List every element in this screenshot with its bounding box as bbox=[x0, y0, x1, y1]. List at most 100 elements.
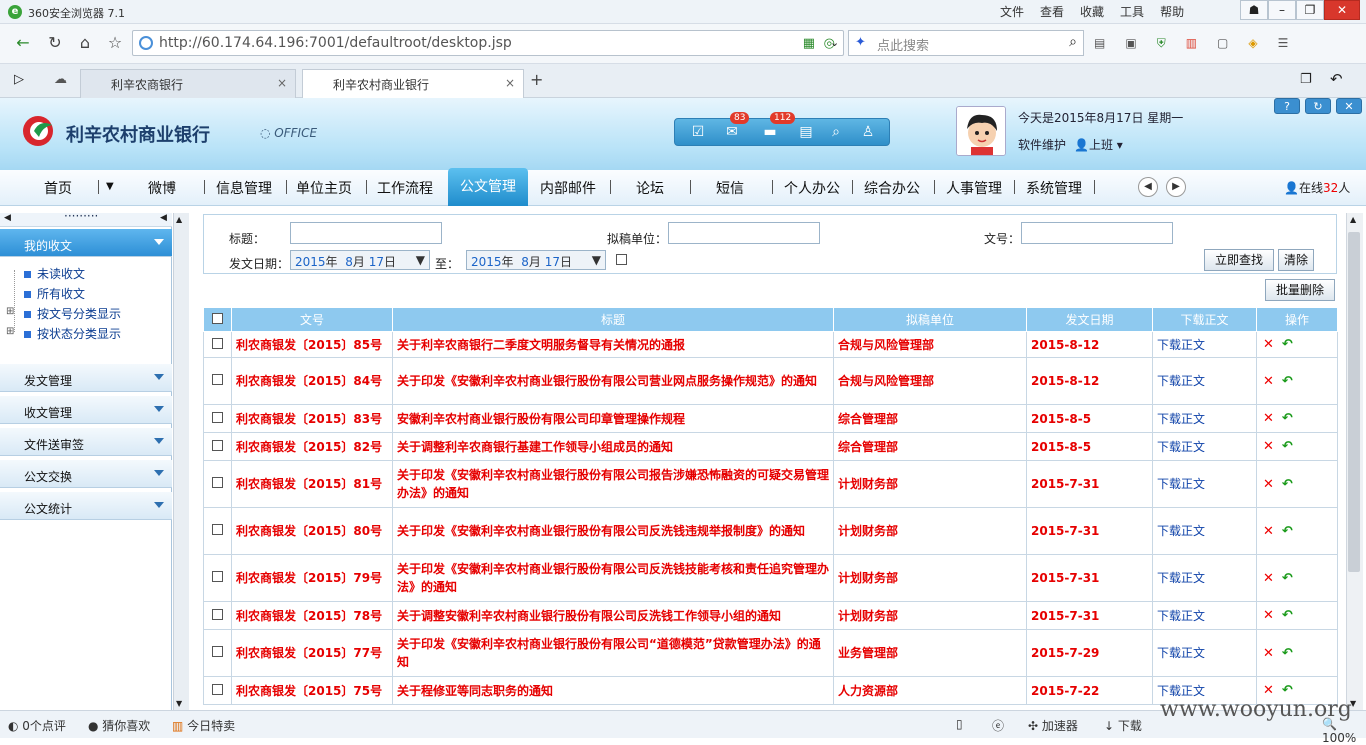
download-link[interactable]: 下载正文 bbox=[1152, 357, 1257, 405]
nav-forum[interactable]: 论坛 bbox=[636, 178, 664, 198]
close-window-button[interactable]: ✕ bbox=[1324, 0, 1360, 20]
row-select-cell[interactable] bbox=[203, 331, 232, 358]
new-tab-button[interactable]: + bbox=[530, 70, 543, 89]
row-checkbox[interactable] bbox=[212, 646, 223, 657]
title-cell[interactable]: 关于印发《安徽利辛农村商业银行股份有限公司反洗钱技能考核和责任追究管理办法》的通… bbox=[392, 554, 834, 602]
menu-icon[interactable]: ☰ bbox=[1278, 36, 1289, 51]
pdf-icon[interactable]: ▥ bbox=[1186, 36, 1197, 51]
nav-sms[interactable]: 短信 bbox=[716, 178, 744, 198]
download-link[interactable]: 下载正文 bbox=[1152, 629, 1257, 677]
date-to-picker[interactable]: 2015年 8月 17日 ▼ bbox=[466, 250, 606, 270]
title-cell[interactable]: 关于程修亚等同志职务的通知 bbox=[392, 676, 834, 705]
delete-icon[interactable]: ✕ bbox=[1263, 608, 1274, 623]
restore-icon[interactable]: ↶ bbox=[1282, 411, 1293, 426]
logout-button[interactable]: ✕ bbox=[1336, 98, 1362, 114]
shirt-icon[interactable]: ♙ bbox=[859, 124, 877, 140]
game-icon[interactable]: ◈ bbox=[1248, 36, 1257, 51]
restore-icon[interactable]: ↶ bbox=[1282, 608, 1293, 623]
delete-icon[interactable]: ✕ bbox=[1263, 524, 1274, 539]
unit-input[interactable] bbox=[668, 222, 820, 244]
duty-status[interactable]: 👤上班 ▾ bbox=[1074, 136, 1123, 153]
apps-icon[interactable]: ▤ bbox=[1094, 36, 1105, 51]
select-all-header[interactable] bbox=[203, 307, 232, 332]
docno-input[interactable] bbox=[1021, 222, 1173, 244]
sidebar-scrollbar[interactable]: ▲ ▼ bbox=[173, 213, 189, 710]
restore-icon[interactable]: ↶ bbox=[1282, 524, 1293, 539]
menu-help[interactable]: 帮助 bbox=[1160, 3, 1184, 20]
row-select-cell[interactable] bbox=[203, 507, 232, 555]
guess-like-status[interactable]: ● 猜你喜欢 bbox=[88, 717, 150, 734]
collapse-left-icon[interactable]: ◀ bbox=[4, 213, 11, 223]
back-icon[interactable]: ← bbox=[12, 32, 34, 54]
row-checkbox[interactable] bbox=[212, 477, 223, 488]
title-cell[interactable]: 关于利辛农商银行二季度文明服务督导有关情况的通报 bbox=[392, 331, 834, 358]
nav-info[interactable]: 信息管理 bbox=[216, 178, 272, 198]
row-checkbox[interactable] bbox=[212, 337, 223, 349]
row-select-cell[interactable] bbox=[203, 676, 232, 705]
collapse-right-icon[interactable]: ◀ bbox=[160, 213, 167, 223]
download-status[interactable]: ↓ 下载 bbox=[1104, 717, 1142, 734]
clear-button[interactable]: 清除 bbox=[1278, 249, 1314, 271]
download-link[interactable]: 下载正文 bbox=[1152, 460, 1257, 508]
download-link[interactable]: 下载正文 bbox=[1152, 554, 1257, 602]
delete-icon[interactable]: ✕ bbox=[1263, 411, 1274, 426]
download-link[interactable]: 下载正文 bbox=[1152, 507, 1257, 555]
title-cell[interactable]: 关于调整安徽利辛农村商业银行股份有限公司反洗钱工作领导小组的通知 bbox=[392, 601, 834, 630]
minimize-button[interactable]: – bbox=[1268, 0, 1296, 20]
nav-internal-mail[interactable]: 内部邮件 bbox=[540, 178, 596, 198]
select-all-checkbox[interactable] bbox=[212, 312, 223, 324]
online-count[interactable]: 👤在线32人 bbox=[1284, 179, 1350, 196]
search-box[interactable]: ✦ 点此搜索 ⌕ bbox=[848, 30, 1084, 56]
sidebar-section-outgoing[interactable]: 发文管理 bbox=[0, 364, 172, 392]
row-checkbox[interactable] bbox=[212, 439, 223, 451]
row-select-cell[interactable] bbox=[203, 629, 232, 677]
delete-icon[interactable]: ✕ bbox=[1263, 571, 1274, 586]
accelerator-status[interactable]: ✣ 加速器 bbox=[1028, 717, 1078, 734]
address-bar[interactable]: http://60.174.64.196:7001/defaultroot/de… bbox=[132, 30, 844, 56]
sidebar-section-incoming[interactable]: 收文管理 bbox=[0, 396, 172, 424]
menu-tools[interactable]: 工具 bbox=[1120, 3, 1144, 20]
restore-icon[interactable]: ↶ bbox=[1282, 374, 1293, 389]
title-cell[interactable]: 关于印发《安徽利辛农村商业银行股份有限公司反洗钱违规举报制度》的通知 bbox=[392, 507, 834, 555]
restore-icon[interactable]: ↶ bbox=[1282, 646, 1293, 661]
date-from-picker[interactable]: 2015年 8月 17日 ▼ bbox=[290, 250, 430, 270]
mail-icon[interactable]: ✉ bbox=[723, 124, 741, 140]
gift-icon[interactable]: ▣ bbox=[1125, 36, 1136, 51]
cloud-icon[interactable]: ☁ bbox=[54, 72, 67, 87]
row-select-cell[interactable] bbox=[203, 554, 232, 602]
nav-hr[interactable]: 人事管理 bbox=[946, 178, 1002, 198]
scroll-down-icon[interactable]: ▼ bbox=[176, 699, 182, 708]
refresh-button[interactable]: ↻ bbox=[1305, 98, 1331, 114]
row-checkbox[interactable] bbox=[212, 411, 223, 423]
scrollbar-thumb[interactable] bbox=[1348, 232, 1360, 572]
shield-icon[interactable]: ⛨ bbox=[1157, 36, 1166, 51]
row-select-cell[interactable] bbox=[203, 601, 232, 630]
undo-close-icon[interactable]: ↶ bbox=[1330, 70, 1343, 88]
menu-view[interactable]: 查看 bbox=[1040, 3, 1064, 20]
sidebar-item-by-status[interactable]: 按状态分类显示 bbox=[24, 325, 121, 342]
sidebar-section-stats[interactable]: 公文统计 bbox=[0, 492, 172, 520]
download-link[interactable]: 下载正文 bbox=[1152, 331, 1257, 358]
row-checkbox[interactable] bbox=[212, 571, 223, 582]
row-checkbox[interactable] bbox=[212, 374, 223, 385]
delete-icon[interactable]: ✕ bbox=[1263, 374, 1274, 389]
title-input[interactable] bbox=[290, 222, 442, 244]
sidebar-item-unread[interactable]: 未读收文 bbox=[24, 265, 85, 282]
delete-icon[interactable]: ✕ bbox=[1263, 646, 1274, 661]
title-cell[interactable]: 关于印发《安徽利辛农村商业银行股份有限公司报告涉嫌恐怖融资的可疑交易管理办法》的… bbox=[392, 460, 834, 508]
nav-dropdown-icon[interactable]: ▼ bbox=[106, 181, 114, 192]
search-button[interactable]: 立即查找 bbox=[1204, 249, 1274, 271]
search-icon[interactable]: ⌕ bbox=[1069, 34, 1077, 50]
qr-icon[interactable]: ▦ bbox=[803, 36, 815, 51]
restore-icon[interactable]: ↶ bbox=[1282, 439, 1293, 454]
nav-document-mgmt[interactable]: 公文管理 bbox=[448, 168, 528, 206]
row-checkbox[interactable] bbox=[212, 608, 223, 620]
row-select-cell[interactable] bbox=[203, 460, 232, 508]
download-link[interactable]: 下载正文 bbox=[1152, 432, 1257, 461]
nav-home[interactable]: 首页 bbox=[44, 178, 72, 198]
screenshot-icon[interactable]: ▢ bbox=[1217, 36, 1228, 51]
delete-icon[interactable]: ✕ bbox=[1263, 439, 1274, 454]
nav-unit-home[interactable]: 单位主页 bbox=[296, 178, 352, 198]
star-icon[interactable]: ☆ bbox=[104, 32, 126, 54]
date-enable-checkbox[interactable] bbox=[616, 254, 627, 265]
